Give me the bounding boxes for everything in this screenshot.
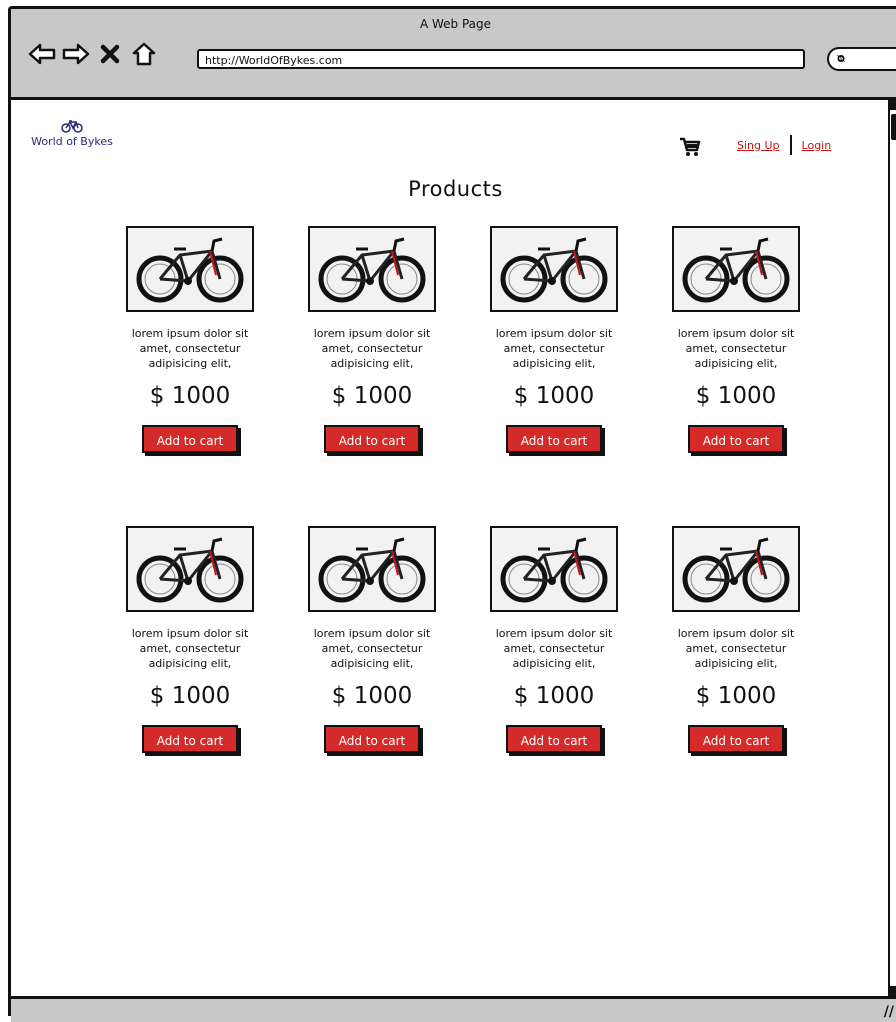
back-arrow-icon[interactable] [27, 39, 57, 69]
browser-window: A Web Page http://WorldOfBykes.com ᴓ Wor… [8, 6, 896, 1022]
bicycle-product-image[interactable] [308, 226, 436, 312]
search-button[interactable]: ᴓ [827, 47, 896, 71]
product-price: $ 1000 [331, 683, 413, 709]
product-price: $ 1000 [149, 383, 231, 409]
forward-arrow-icon[interactable] [61, 39, 91, 69]
product-card: lorem ipsum dolor sit amet, consectetur … [99, 226, 281, 526]
add-to-cart-button[interactable]: Add to cart [506, 725, 602, 753]
product-card: lorem ipsum dolor sit amet, consectetur … [281, 226, 463, 526]
window-title: A Web Page [419, 17, 492, 31]
status-bar: // [11, 996, 896, 1022]
add-to-cart-button[interactable]: Add to cart [688, 425, 784, 453]
site-logo[interactable]: World of Bykes [27, 119, 117, 148]
scroll-down-arrow-icon[interactable] [890, 986, 896, 996]
bicycle-product-image[interactable] [672, 526, 800, 612]
product-price: $ 1000 [695, 683, 777, 709]
product-card: lorem ipsum dolor sit amet, consectetur … [99, 526, 281, 826]
bicycle-product-image[interactable] [126, 226, 254, 312]
auth-divider [789, 135, 792, 155]
bicycle-icon [61, 120, 83, 133]
product-description: lorem ipsum dolor sit amet, consectetur … [313, 627, 431, 670]
bicycle-product-image[interactable] [490, 526, 618, 612]
add-to-cart-button[interactable]: Add to cart [324, 725, 420, 753]
product-description: lorem ipsum dolor sit amet, consectetur … [677, 327, 795, 370]
bicycle-product-image[interactable] [308, 526, 436, 612]
product-description: lorem ipsum dolor sit amet, consectetur … [313, 327, 431, 370]
add-to-cart-button[interactable]: Add to cart [688, 725, 784, 753]
url-input[interactable]: http://WorldOfBykes.com [197, 49, 805, 69]
search-icon: ᴓ [837, 51, 845, 65]
product-card: lorem ipsum dolor sit amet, consectetur … [463, 526, 645, 826]
add-to-cart-button[interactable]: Add to cart [142, 425, 238, 453]
product-description: lorem ipsum dolor sit amet, consectetur … [495, 327, 613, 370]
product-grid: lorem ipsum dolor sit amet, consectetur … [99, 226, 827, 826]
auth-links: Sing Up Login [737, 135, 831, 155]
bicycle-product-image[interactable] [490, 226, 618, 312]
add-to-cart-button[interactable]: Add to cart [142, 725, 238, 753]
browser-chrome: A Web Page http://WorldOfBykes.com ᴓ [11, 9, 896, 100]
product-price: $ 1000 [513, 383, 595, 409]
close-icon[interactable] [95, 39, 125, 69]
bicycle-product-image[interactable] [672, 226, 800, 312]
product-card: lorem ipsum dolor sit amet, consectetur … [645, 226, 827, 526]
product-description: lorem ipsum dolor sit amet, consectetur … [677, 627, 795, 670]
logo-text: World of Bykes [31, 135, 113, 148]
login-link[interactable]: Login [802, 139, 832, 152]
bicycle-product-image[interactable] [126, 526, 254, 612]
product-description: lorem ipsum dolor sit amet, consectetur … [495, 627, 613, 670]
signup-link[interactable]: Sing Up [737, 139, 780, 152]
product-card: lorem ipsum dolor sit amet, consectetur … [645, 526, 827, 826]
scrollbar-thumb[interactable] [891, 114, 896, 140]
product-card: lorem ipsum dolor sit amet, consectetur … [463, 226, 645, 526]
scroll-up-arrow-icon[interactable] [890, 100, 896, 110]
add-to-cart-button[interactable]: Add to cart [506, 425, 602, 453]
product-card: lorem ipsum dolor sit amet, consectetur … [281, 526, 463, 826]
resize-grip-icon[interactable]: // [884, 1004, 894, 1020]
product-price: $ 1000 [149, 683, 231, 709]
vertical-scrollbar[interactable] [888, 100, 896, 996]
add-to-cart-button[interactable]: Add to cart [324, 425, 420, 453]
home-icon[interactable] [129, 39, 159, 69]
shopping-cart-icon[interactable] [679, 136, 701, 162]
product-description: lorem ipsum dolor sit amet, consectetur … [131, 327, 249, 370]
product-price: $ 1000 [513, 683, 595, 709]
product-price: $ 1000 [695, 383, 777, 409]
product-price: $ 1000 [331, 383, 413, 409]
product-description: lorem ipsum dolor sit amet, consectetur … [131, 627, 249, 670]
page-title: Products [408, 177, 503, 201]
